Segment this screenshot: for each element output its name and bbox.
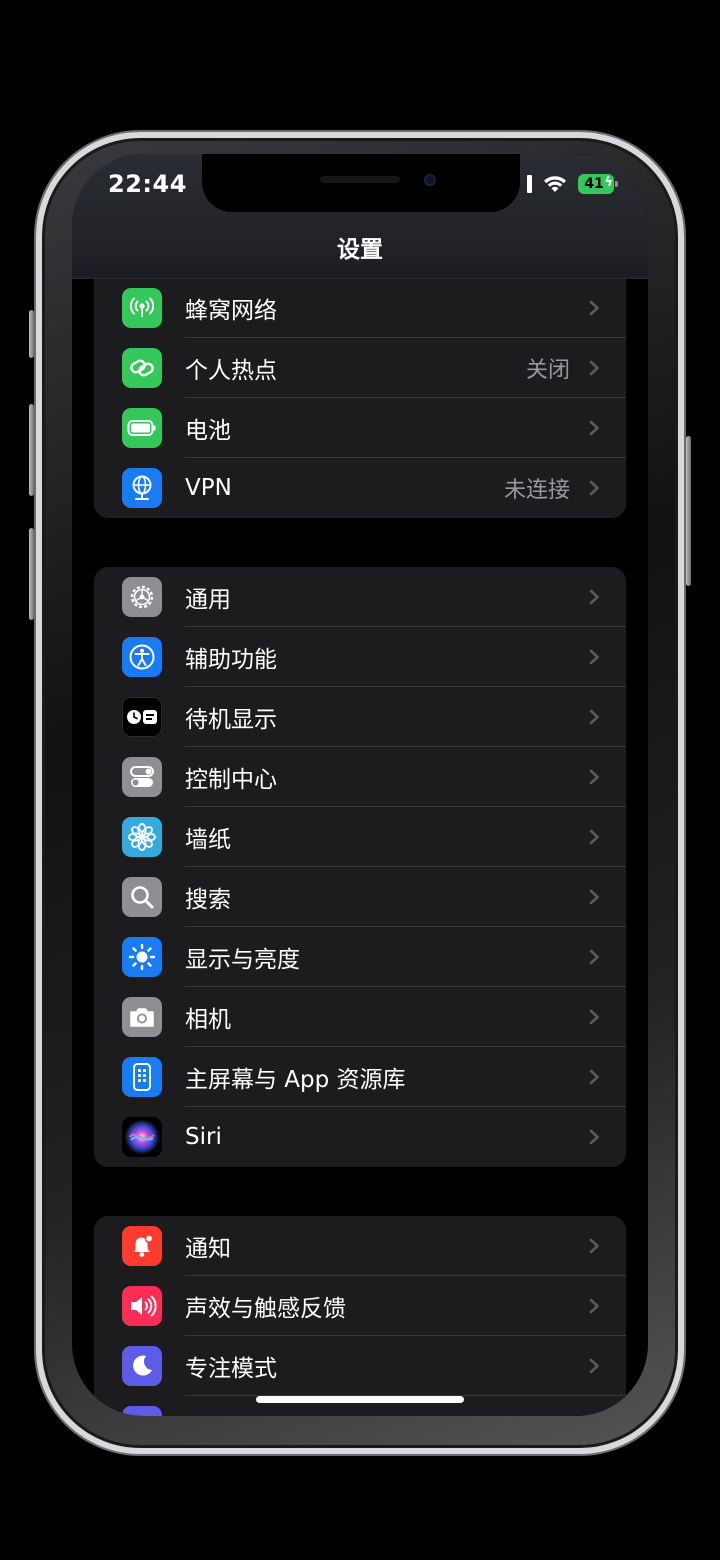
settings-row-label: 蜂窝网络	[185, 298, 277, 324]
settings-row-label: 辅助功能	[185, 647, 277, 673]
cellular-signal-icon	[527, 175, 532, 193]
settings-row-label: Siri	[185, 1124, 222, 1150]
earpiece-speaker	[320, 176, 400, 183]
chevron-right-icon	[589, 1129, 599, 1145]
settings-row-label: 墙纸	[185, 827, 231, 853]
battery-level: 41	[584, 176, 604, 192]
settings-row-focus[interactable]: 专注模式	[94, 1336, 626, 1396]
search-icon	[122, 877, 162, 917]
speaker-icon	[122, 1286, 162, 1326]
settings-row-label: 搜索	[185, 887, 231, 913]
settings-row-siri[interactable]: Siri	[94, 1107, 626, 1167]
settings-row-label: VPN	[185, 475, 232, 501]
settings-row-display[interactable]: 显示与亮度	[94, 927, 626, 987]
moon-icon	[122, 1346, 162, 1386]
silent-switch	[29, 310, 34, 358]
settings-row-label: 电池	[185, 418, 231, 444]
settings-row-control-center[interactable]: 控制中心	[94, 747, 626, 807]
settings-row-wallpaper[interactable]: 墙纸	[94, 807, 626, 867]
navigation-bar: 22:44 41 ϟ 设置	[72, 154, 648, 279]
chevron-right-icon	[589, 829, 599, 845]
chevron-right-icon	[589, 1009, 599, 1025]
globe-icon	[122, 468, 162, 508]
settings-row-value: 未连接	[503, 478, 570, 503]
chevron-right-icon	[589, 1238, 599, 1254]
chevron-right-icon	[589, 360, 599, 376]
phone-screen: 22:44 41 ϟ 设置 蜂窝网络 个人热点 关闭 电池 VPN 未连接 通用…	[72, 154, 648, 1416]
chevron-right-icon	[589, 589, 599, 605]
settings-row-search[interactable]: 搜索	[94, 867, 626, 927]
settings-row-vpn[interactable]: VPN 未连接	[94, 458, 626, 518]
settings-row-accessibility[interactable]: 辅助功能	[94, 627, 626, 687]
standby-icon	[122, 697, 162, 737]
chevron-right-icon	[589, 1069, 599, 1085]
settings-row-value: 关闭	[525, 358, 570, 383]
settings-group-connectivity: 蜂窝网络 个人热点 关闭 电池 VPN 未连接	[94, 278, 626, 518]
settings-row-notifications[interactable]: 通知	[94, 1216, 626, 1276]
settings-row-battery[interactable]: 电池	[94, 398, 626, 458]
chevron-right-icon	[589, 949, 599, 965]
settings-row-label: 主屏幕与 App 资源库	[185, 1067, 406, 1093]
power-button	[686, 436, 691, 586]
toggles-icon	[122, 757, 162, 797]
charging-bolt-icon: ϟ	[604, 175, 613, 190]
hotspot-link-icon	[122, 348, 162, 388]
settings-group-general: 通用 辅助功能 待机显示 控制中心 墙纸 搜索 显示与亮度 相机 主屏幕与 Ap…	[94, 567, 626, 1167]
settings-row-label: 通知	[185, 1236, 231, 1262]
chevron-right-icon	[589, 769, 599, 785]
camera-icon	[122, 997, 162, 1037]
chevron-right-icon	[589, 420, 599, 436]
settings-row-home-screen[interactable]: 主屏幕与 App 资源库	[94, 1047, 626, 1107]
battery-indicator: 41 ϟ	[578, 174, 618, 194]
bell-icon	[122, 1226, 162, 1266]
settings-row-general[interactable]: 通用	[94, 567, 626, 627]
antenna-icon	[122, 288, 162, 328]
settings-row-label: 专注模式	[185, 1356, 277, 1382]
settings-row-standby[interactable]: 待机显示	[94, 687, 626, 747]
flower-icon	[122, 817, 162, 857]
settings-row-label: 通用	[185, 587, 231, 613]
volume-down-button	[29, 528, 34, 620]
settings-row-label: 相机	[185, 1007, 231, 1033]
accessibility-icon	[122, 637, 162, 677]
phone-grid-icon	[122, 1057, 162, 1097]
front-camera	[424, 174, 436, 186]
settings-row-label: 控制中心	[185, 767, 277, 793]
settings-row-cellular[interactable]: 蜂窝网络	[94, 278, 626, 338]
settings-row-sounds[interactable]: 声效与触感反馈	[94, 1276, 626, 1336]
gear-icon	[122, 577, 162, 617]
settings-row-label: 显示与亮度	[185, 947, 300, 973]
chevron-right-icon	[589, 649, 599, 665]
status-icons: 41 ϟ	[527, 174, 618, 194]
battery-icon	[122, 408, 162, 448]
dynamic-island	[202, 154, 520, 212]
settings-list[interactable]: 蜂窝网络 个人热点 关闭 电池 VPN 未连接 通用 辅助功能 待机显示 控制中…	[94, 278, 626, 1416]
home-indicator[interactable]	[256, 1396, 464, 1403]
wifi-icon	[544, 176, 566, 192]
chevron-right-icon	[589, 1358, 599, 1374]
hourglass-icon	[122, 1406, 162, 1416]
settings-row-label: 声效与触感反馈	[185, 1296, 346, 1322]
siri-icon	[122, 1117, 162, 1157]
volume-up-button	[29, 404, 34, 496]
chevron-right-icon	[589, 889, 599, 905]
chevron-right-icon	[589, 300, 599, 316]
status-time: 22:44	[108, 170, 187, 198]
chevron-right-icon	[589, 709, 599, 725]
chevron-right-icon	[589, 480, 599, 496]
settings-row-hotspot[interactable]: 个人热点 关闭	[94, 338, 626, 398]
page-title: 设置	[337, 237, 383, 263]
chevron-right-icon	[589, 1298, 599, 1314]
settings-row-camera[interactable]: 相机	[94, 987, 626, 1047]
settings-group-notifications: 通知 声效与触感反馈 专注模式	[94, 1216, 626, 1416]
settings-row-label: 个人热点	[185, 358, 277, 384]
settings-row-label: 待机显示	[185, 707, 277, 733]
sun-icon	[122, 937, 162, 977]
